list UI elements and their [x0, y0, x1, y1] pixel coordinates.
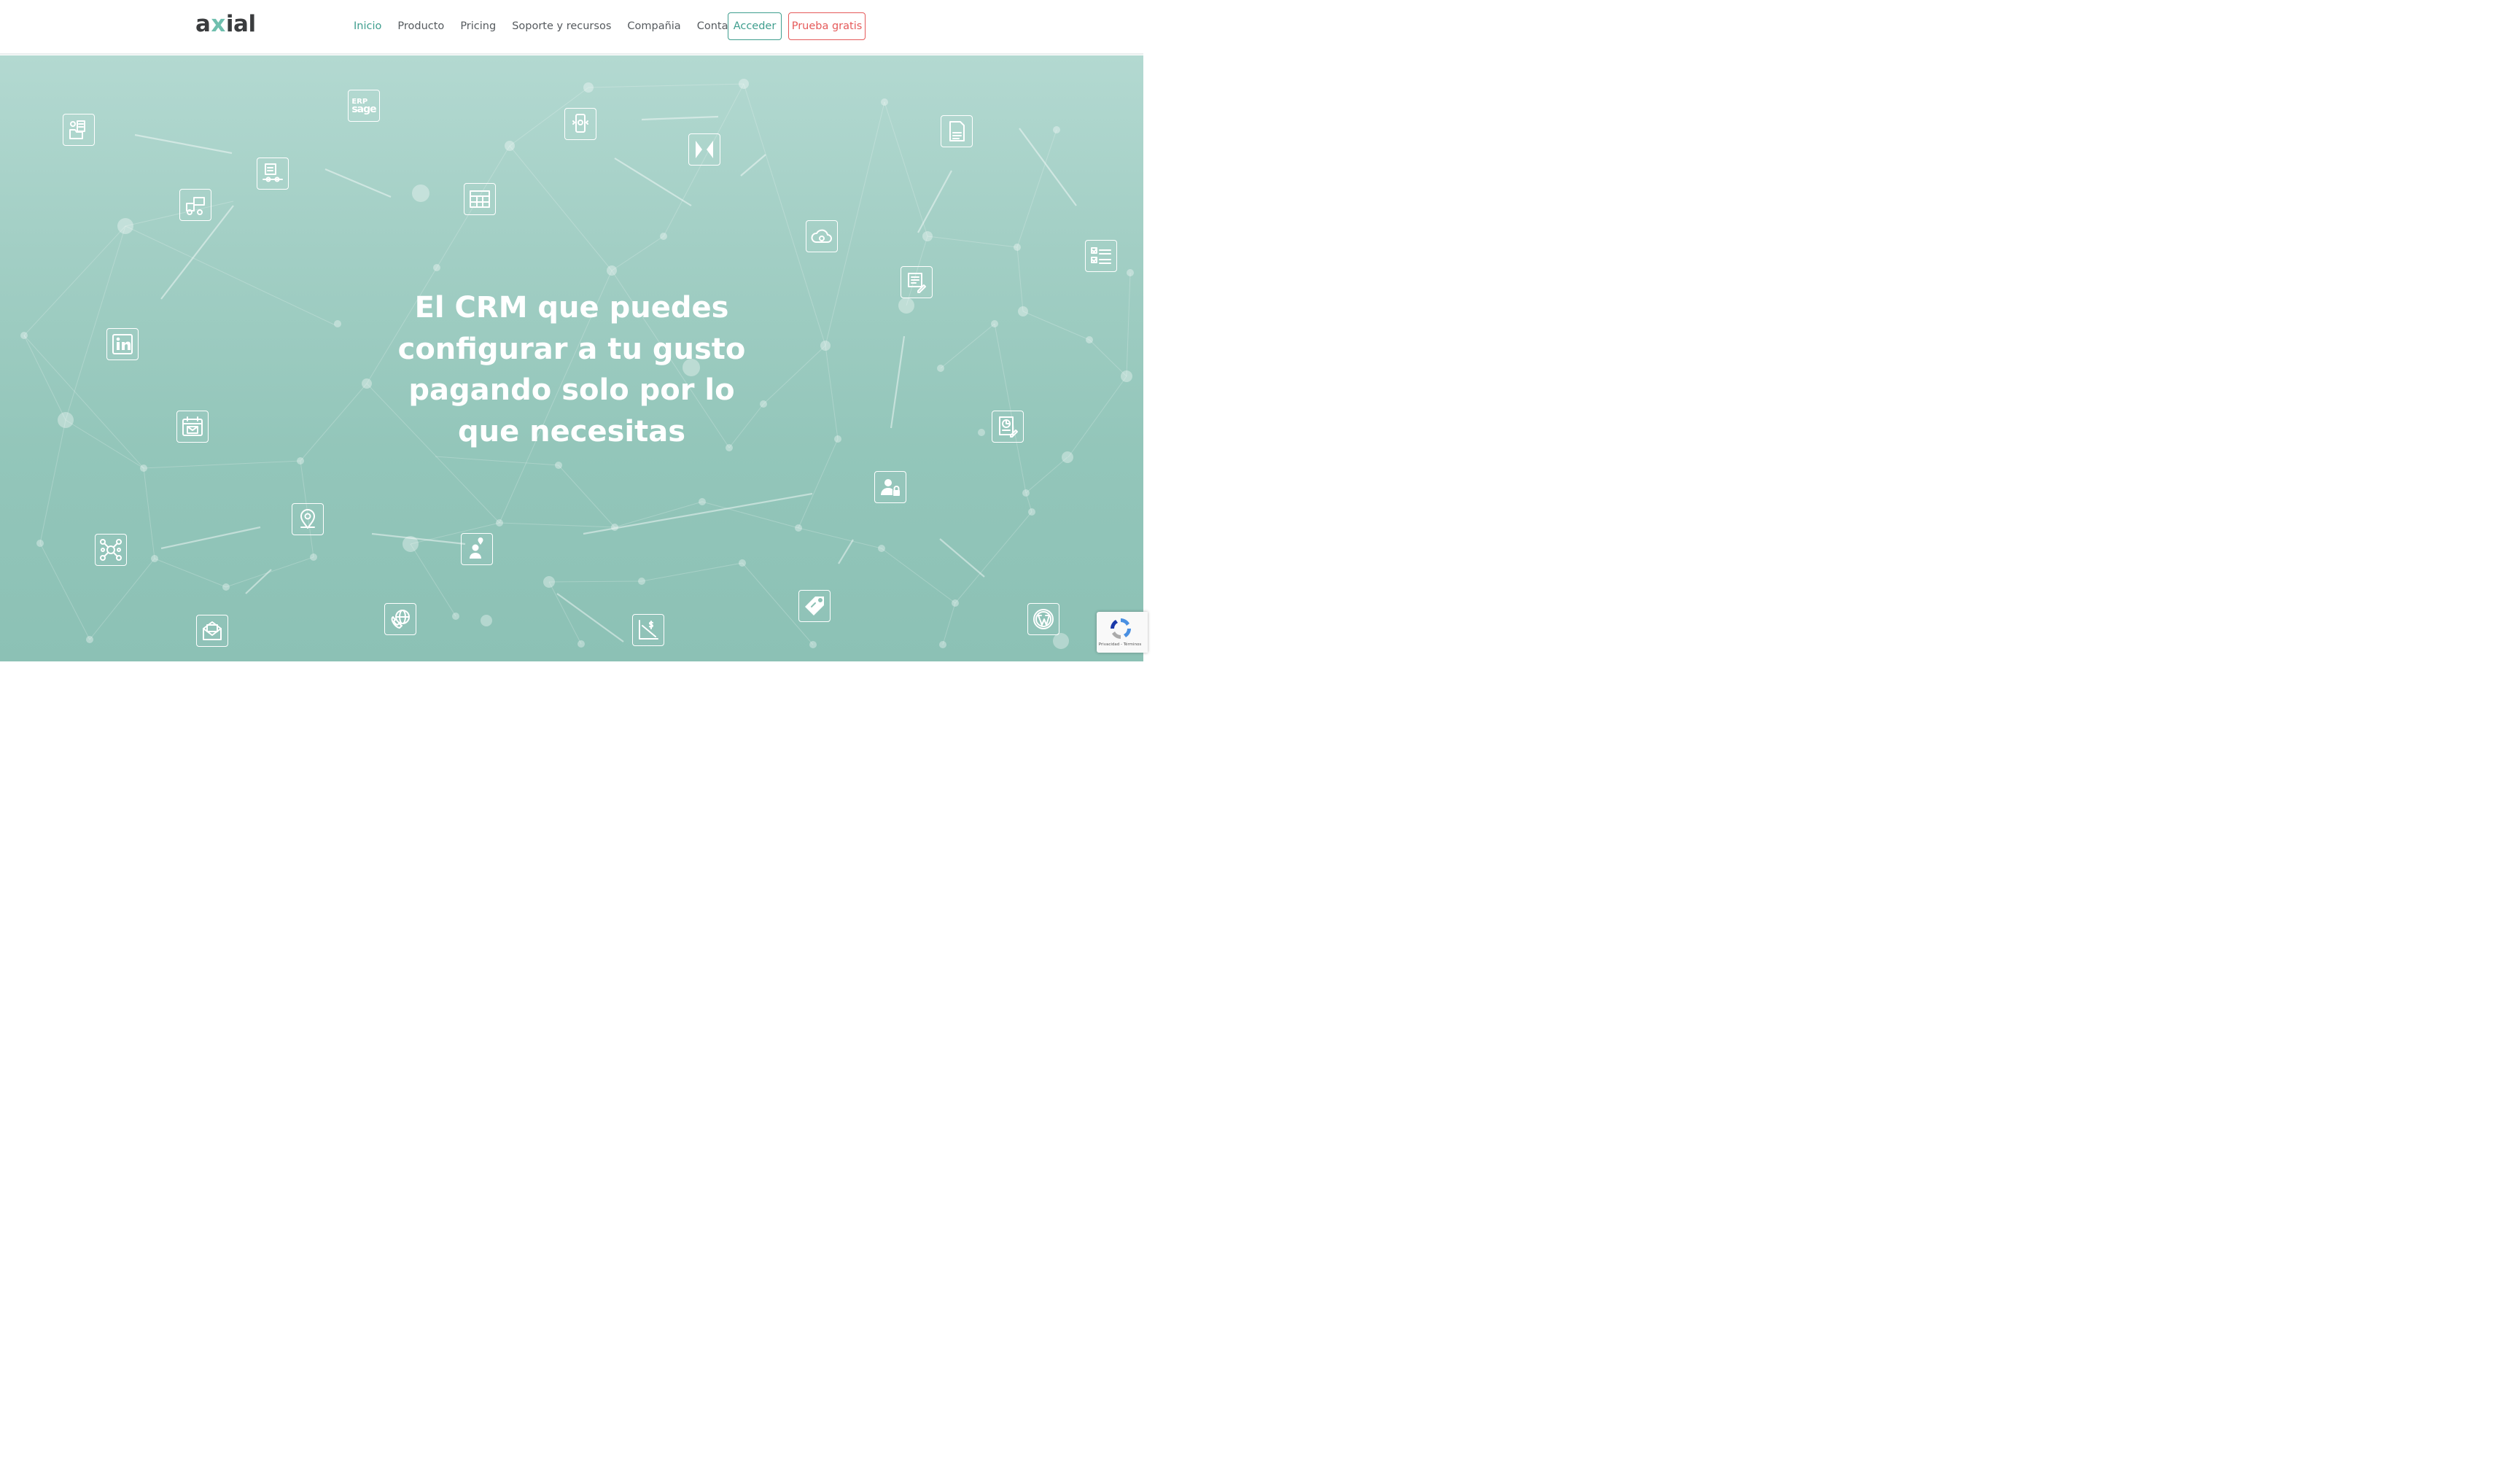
headline-line-4-bold: necesitas — [529, 414, 686, 448]
report-chart-icon — [992, 411, 1024, 443]
linkedin-icon[interactable] — [106, 328, 139, 360]
nav-producto[interactable]: Producto — [397, 20, 444, 32]
logo-text-x: x — [211, 11, 225, 37]
dollar-chart-icon — [632, 614, 664, 646]
document-edit-icon — [901, 266, 933, 298]
hero-headline: El CRM que puedes configurar a tu gusto … — [353, 287, 790, 452]
price-tag-icon — [798, 590, 831, 622]
headline-line-4: que necesitas — [353, 411, 790, 453]
nav-pricing[interactable]: Pricing — [460, 20, 496, 32]
headline-line-1: El CRM que puedes — [414, 291, 729, 325]
axial-brand-icon — [688, 133, 720, 166]
global-phone-icon — [384, 603, 416, 635]
checklist-icon — [1085, 240, 1117, 272]
calendar-mail-icon — [176, 411, 209, 443]
folder-documents-icon — [63, 114, 95, 146]
nav-compania[interactable]: Compañia — [627, 20, 680, 32]
headline-line-4-regular: que — [457, 414, 520, 448]
user-location-icon — [461, 533, 493, 565]
headline-line-3: pagando solo por lo — [408, 373, 735, 407]
user-lock-icon — [874, 471, 906, 503]
logo-text-ial: ial — [225, 11, 256, 37]
nav-inicio[interactable]: Inicio — [354, 20, 381, 32]
recaptcha-terms[interactable]: Privacidad - Términos — [1097, 642, 1143, 647]
hero-section: ERP sage El CRM que puedes configurar a … — [0, 55, 1143, 661]
free-trial-button[interactable]: Prueba gratis — [788, 12, 866, 40]
login-button[interactable]: Acceder — [728, 12, 782, 40]
site-header: a x ial Inicio Producto Pricing Soporte y … — [0, 0, 1143, 55]
crm-network-icon — [95, 534, 127, 566]
wordpress-icon[interactable] — [1027, 603, 1059, 635]
workflow-document-icon — [257, 158, 289, 190]
nav-soporte[interactable]: Soporte y recursos — [512, 20, 611, 32]
recaptcha-badge[interactable]: Privacidad - Términos — [1097, 612, 1148, 653]
axial-logo[interactable]: a x ial — [195, 11, 256, 37]
pdf-document-icon — [941, 115, 973, 147]
main-nav: Inicio Producto Pricing Soporte y recurs… — [346, 0, 752, 53]
table-grid-icon — [464, 183, 496, 215]
location-pin-icon — [292, 503, 324, 535]
mobile-settings-icon — [564, 108, 596, 140]
sage-label: sage — [351, 104, 376, 115]
erp-sage-icon: ERP sage — [348, 90, 380, 122]
email-icon — [196, 615, 228, 647]
delivery-truck-icon — [179, 189, 211, 221]
logo-text-a: a — [195, 11, 211, 37]
cloud-settings-icon — [806, 220, 838, 252]
headline-line-2: configurar a tu gusto — [397, 332, 746, 366]
recaptcha-icon — [1111, 618, 1131, 639]
